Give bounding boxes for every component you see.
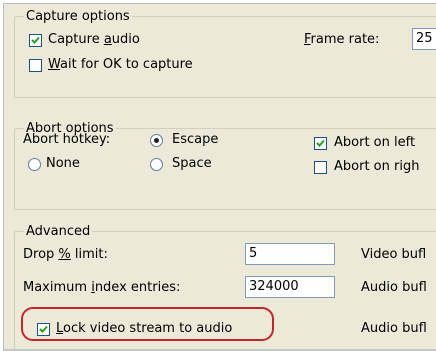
none-radio-label[interactable]: None [46,155,80,172]
capture-options-group: Capture options Capture audio Wait for O… [14,8,436,98]
abort-options-group: Abort options Abort hotkey: Escape None … [14,120,436,210]
lock-video-highlight-ring [21,307,274,341]
escape-radio-label[interactable]: Escape [172,131,218,148]
max-index-input[interactable]: 324000 [245,276,335,298]
drop-limit-label: Drop % limit: [23,247,108,262]
checkmark-icon [316,139,325,147]
max-index-label: Maximum index entries: [23,280,181,295]
abort-on-left-label[interactable]: Abort on left [334,134,415,151]
space-radio-button[interactable] [150,158,163,171]
frame-rate-input[interactable]: 25 [412,28,436,50]
abort-on-right-checkbox-box[interactable] [314,161,327,174]
drop-limit-input[interactable]: 5 [245,243,335,265]
wait-for-ok-label[interactable]: Wait for OK to capture [48,56,193,73]
abort-hotkey-label: Abort hotkey: [23,132,111,147]
none-radio-button[interactable] [28,158,41,171]
space-radio-label[interactable]: Space [172,155,212,172]
escape-radio-button[interactable] [150,134,163,147]
audio-buffer-label-1: Audio bufl [361,280,427,295]
capture-audio-label[interactable]: Capture audio [48,31,140,48]
video-buffer-label: Video bufl [361,247,427,262]
wait-for-ok-checkbox-box[interactable] [29,59,42,72]
dialog-frame: Capture options Capture audio Wait for O… [3,3,436,351]
advanced-legend: Advanced [24,223,93,240]
capture-audio-checkbox-box[interactable] [29,34,42,47]
abort-on-right-label[interactable]: Abort on righ [334,158,419,175]
capture-settings-dialog: Capture options Capture audio Wait for O… [8,8,436,349]
checkmark-icon [31,36,40,44]
frame-rate-label: Frame rate: [304,32,380,47]
abort-on-left-checkbox-box[interactable] [314,137,327,150]
audio-buffer-label-2: Audio bufl [361,321,427,336]
capture-options-legend: Capture options [24,8,132,25]
